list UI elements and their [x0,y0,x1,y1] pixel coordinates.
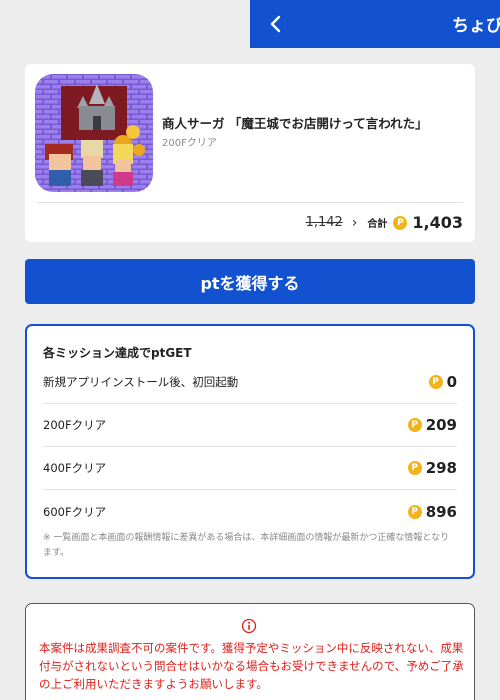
total-points: 1,403 [412,213,463,232]
app-condition: 200Fクリア [162,138,217,149]
coin-icon: P [407,461,422,475]
app-card: 商人サーガ 「魔王城でお店開けって言われた」 200Fクリア 1,142 › 合… [25,64,475,242]
missions-note: ※ 一覧画面と本画面の報酬情報に差異がある場合は、本詳細画面の情報が最新かつ正確… [43,533,450,558]
coin-icon: P [407,418,422,432]
get-points-button[interactable]: ptを獲得する [25,259,475,304]
info-icon [241,618,257,634]
mission-points: P 0 [428,373,457,391]
price-row: 1,142 › 合計 P 1,403 [306,213,463,232]
mission-row: 新規アプリインストール後、初回起動 P 0 [43,361,457,404]
mission-row: 200Fクリア P 209 [43,404,457,447]
mission-points-value: 896 [425,502,457,521]
top-bar: ちょび [250,0,500,48]
page-title: ちょび [452,16,500,36]
divider [37,202,463,203]
mission-points: P 896 [407,502,457,521]
mission-points-value: 0 [446,373,457,391]
mission-label: 200Fクリア [43,418,107,432]
app-name: 商人サーガ 「魔王城でお店開けって言われた」 [162,116,428,131]
app-icon [35,74,153,192]
mission-label: 600Fクリア [43,504,107,519]
mission-row: 600Fクリア P 896 [43,490,457,533]
warning-panel: 本案件は成果調査不可の案件です。獲得予定やミッション中に反映されない、成果付与が… [25,603,475,700]
back-button[interactable] [262,10,290,38]
chevron-right-icon: › [351,214,358,231]
mission-label: 400Fクリア [43,461,107,475]
missions-panel: 各ミッション達成でptGET 新規アプリインストール後、初回起動 P 0 200… [25,324,475,579]
coin-icon: P [407,504,422,519]
coin-icon: P [393,215,408,230]
missions-title: 各ミッション達成でptGET [43,346,192,360]
total-label: 合計 [367,219,388,230]
mission-row: 400Fクリア P 298 [43,447,457,490]
old-points: 1,142 [305,215,343,230]
mission-points-value: 298 [425,459,457,477]
warning-text: 本案件は成果調査不可の案件です。獲得予定やミッション中に反映されない、成果付与が… [39,641,464,691]
mission-label: 新規アプリインストール後、初回起動 [43,375,239,389]
mission-points: P 209 [407,416,457,434]
mission-points-value: 209 [425,416,457,434]
coin-icon: P [428,375,443,389]
chevron-left-icon [270,15,281,33]
mission-points: P 298 [407,459,457,477]
